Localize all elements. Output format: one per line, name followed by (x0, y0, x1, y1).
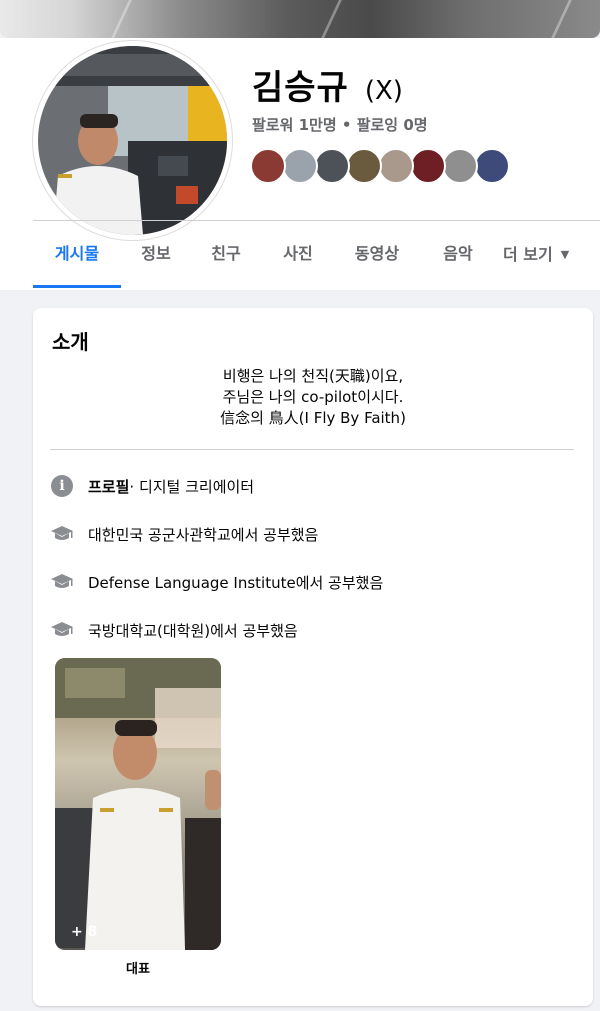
header-divider (33, 220, 600, 221)
profile-avatar[interactable] (38, 46, 227, 235)
bio-line: 주님은 나의 co-pilot이시다. (222, 388, 404, 406)
tab-videos[interactable]: 동영상 (341, 222, 413, 288)
friend-avatar[interactable] (346, 148, 382, 184)
bio-line: 信念의 鳥人(I Fly By Faith) (220, 409, 406, 427)
cover-photo[interactable] (0, 0, 600, 38)
caret-down-icon: ▼ (560, 248, 570, 261)
bio: 비행은 나의 천직(天職)이요, 주님은 나의 co-pilot이시다. 信念의… (33, 366, 593, 429)
friend-avatar[interactable] (378, 148, 414, 184)
profile-name: 김승규 (252, 68, 349, 108)
profile-alternate-name: (X) (364, 76, 403, 106)
education-text[interactable]: 국방대학교(대학원)에서 공부했음 (88, 620, 298, 641)
tab-more[interactable]: 더 보기 ▼ (503, 222, 593, 288)
tab-music[interactable]: 음악 (427, 222, 489, 288)
intro-title: 소개 (52, 330, 89, 354)
info-icon: i (51, 475, 73, 497)
friend-avatar[interactable] (314, 148, 350, 184)
graduation-cap-icon (50, 570, 74, 594)
bio-divider (50, 449, 574, 450)
education-row: Defense Language Institute에서 공부했음 (50, 570, 383, 594)
education-text[interactable]: Defense Language Institute에서 공부했음 (88, 572, 383, 593)
featured-label: 대표 (126, 962, 150, 977)
featured-photo[interactable]: + 8 (55, 658, 221, 950)
profile-category-row: i 프로필 · 디지털 크리에이터 (50, 474, 254, 498)
friend-avatar[interactable] (474, 148, 510, 184)
tab-posts[interactable]: 게시물 (33, 222, 121, 288)
education-row: 대한민국 공군사관학교에서 공부했음 (50, 522, 318, 546)
profile-tabs: 게시물 정보 친구 사진 동영상 음악 더 보기 ▼ (33, 222, 600, 288)
graduation-cap-icon (50, 618, 74, 642)
tab-about[interactable]: 정보 (125, 222, 187, 288)
friend-avatar[interactable] (250, 148, 286, 184)
tab-photos[interactable]: 사진 (267, 222, 329, 288)
featured-more-count: + 8 (71, 924, 98, 940)
friend-avatar[interactable] (282, 148, 318, 184)
tab-more-label: 더 보기 (503, 245, 553, 264)
follow-stats[interactable]: 팔로워 1만명 • 팔로잉 0명 (252, 114, 428, 135)
profile-header: 김승규 (X) 팔로워 1만명 • 팔로잉 0명 게시물 정보 친구 사진 동영… (0, 38, 600, 290)
education-row: 국방대학교(대학원)에서 공부했음 (50, 618, 298, 642)
intro-card: 소개 비행은 나의 천직(天職)이요, 주님은 나의 co-pilot이시다. … (33, 308, 593, 1006)
bio-line: 비행은 나의 천직(天職)이요, (222, 367, 404, 385)
education-text[interactable]: 대한민국 공군사관학교에서 공부했음 (88, 524, 318, 545)
profile-category: · 디지털 크리에이터 (129, 477, 255, 496)
friend-avatars[interactable] (250, 148, 520, 184)
tab-friends[interactable]: 친구 (195, 222, 257, 288)
friend-avatar[interactable] (442, 148, 478, 184)
graduation-cap-icon (50, 522, 74, 546)
profile-label: 프로필 (88, 477, 130, 496)
friend-avatar[interactable] (410, 148, 446, 184)
